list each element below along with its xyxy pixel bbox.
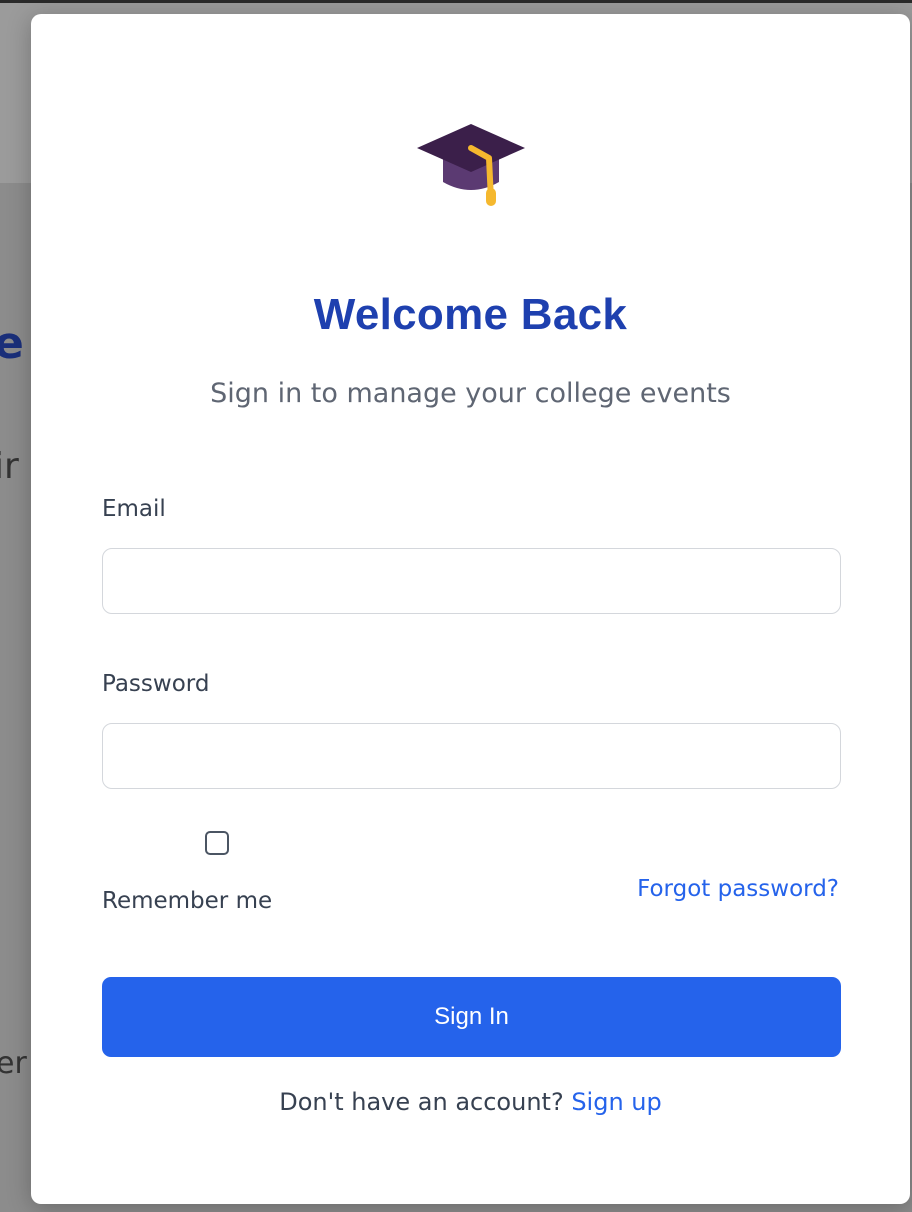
email-field[interactable]: [102, 548, 841, 614]
sign-in-button[interactable]: Sign In: [102, 977, 841, 1057]
graduation-cap-icon: [417, 124, 525, 206]
background-text-fragment: e: [0, 318, 24, 369]
sign-up-link[interactable]: Sign up: [571, 1088, 661, 1116]
signup-prompt-text: Don't have an account?: [279, 1088, 572, 1116]
background-text-fragment: er: [0, 1046, 27, 1081]
page-title: Welcome Back: [313, 290, 628, 339]
forgot-password-link[interactable]: Forgot password?: [637, 876, 839, 902]
background-top-border: [0, 0, 912, 3]
signup-prompt-row: Don't have an account? Sign up: [31, 1088, 910, 1116]
password-field[interactable]: [102, 723, 841, 789]
remember-me-label: Remember me: [102, 888, 273, 914]
email-label: Email: [102, 496, 166, 522]
login-modal: Welcome Back Sign in to manage your coll…: [31, 14, 910, 1204]
page-subtitle: Sign in to manage your college events: [210, 378, 731, 409]
remember-me-checkbox[interactable]: [205, 831, 229, 855]
password-label: Password: [102, 671, 210, 697]
background-text-fragment: ir: [0, 446, 19, 487]
